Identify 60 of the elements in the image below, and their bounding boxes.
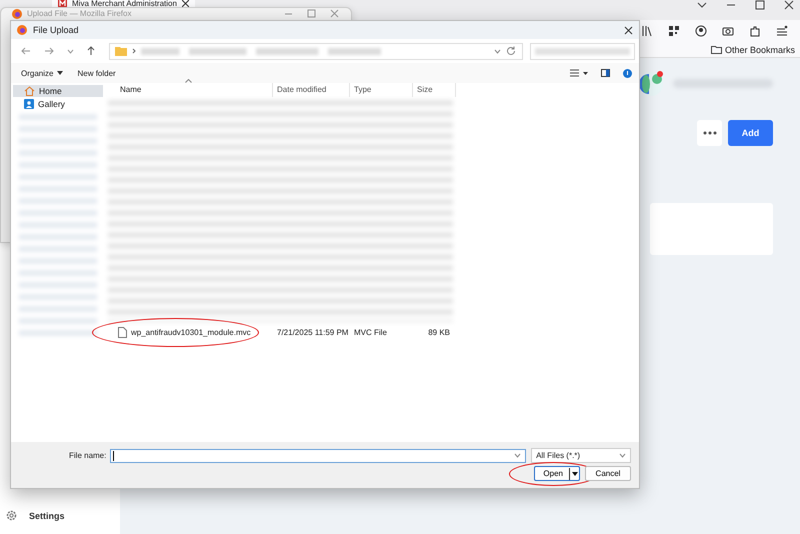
sort-caret-icon	[185, 79, 192, 83]
extensions-icon[interactable]	[749, 25, 761, 37]
folder-icon	[115, 46, 127, 56]
chevron-down-icon	[514, 453, 522, 458]
close-icon[interactable]	[784, 0, 794, 10]
account-icon[interactable]	[695, 25, 707, 37]
sidebar-item[interactable]: Settings	[0, 510, 120, 534]
nav-item[interactable]: Gallery	[13, 98, 103, 110]
menu-icon[interactable]	[776, 25, 788, 37]
view-menu-icon[interactable]	[570, 69, 588, 77]
close-icon	[182, 0, 189, 7]
new-folder-button[interactable]: New folder	[73, 66, 120, 80]
forward-arrow-icon[interactable]	[44, 47, 54, 55]
search-field[interactable]	[530, 42, 635, 60]
organize-menu[interactable]: Organize	[17, 66, 68, 80]
column-header[interactable]: Date modified	[273, 83, 350, 97]
file-icon	[118, 327, 127, 338]
chevron-right-icon	[132, 48, 136, 54]
maximize-icon[interactable]	[755, 0, 765, 10]
chevron-down-icon[interactable]	[494, 48, 501, 54]
file-name-field[interactable]	[110, 448, 526, 462]
refresh-icon[interactable]	[506, 46, 516, 56]
add-button[interactable]: Add	[728, 120, 773, 146]
browser-tab[interactable]: Miva Merchant Administration	[52, 0, 195, 7]
up-arrow-icon[interactable]	[87, 46, 95, 56]
close-icon[interactable]	[624, 26, 633, 34]
library-icon[interactable]	[641, 25, 653, 37]
file-type-select[interactable]: All Files (*.*)	[531, 448, 631, 463]
folder-icon	[710, 45, 722, 54]
camera-icon[interactable]	[722, 25, 734, 37]
more-icon	[702, 131, 716, 135]
file-type: MVC File	[353, 328, 388, 337]
caret-icon	[569, 468, 578, 480]
field-label: File name:	[69, 451, 106, 460]
back-arrow-icon[interactable]	[21, 47, 31, 55]
dialog-title: File Upload	[33, 25, 79, 35]
qr-code-icon[interactable]	[668, 25, 680, 37]
nav-item[interactable]: Home	[13, 85, 103, 97]
file-size: 89 KB	[427, 328, 451, 337]
cancel-button[interactable]: Cancel	[585, 466, 631, 481]
chevron-down-icon	[619, 453, 626, 458]
picture-icon	[24, 99, 34, 109]
logo-icon	[637, 69, 665, 97]
column-header[interactable]: Type	[350, 83, 413, 97]
help-icon[interactable]	[623, 68, 632, 78]
file-date: 7/21/2025 11:59 PM	[276, 328, 350, 337]
caret-icon	[57, 71, 64, 75]
column-header[interactable]: Name	[103, 83, 273, 97]
preview-pane-icon[interactable]	[601, 69, 610, 77]
file-name: wp_antifraudv10301_module.mvc	[131, 328, 251, 337]
gear-icon	[6, 510, 17, 521]
more-button[interactable]	[697, 120, 722, 146]
open-button[interactable]: Open	[534, 466, 580, 481]
file-row[interactable]: wp_antifraudv10301_module.mvc 7/21/2025 11:59 PM MVC File 89 KB	[103, 326, 639, 339]
column-header[interactable]: Size	[413, 83, 456, 97]
bookmark-folder[interactable]: Other Bookmarks	[710, 42, 795, 57]
chevron-down-icon	[697, 2, 707, 8]
window-title: Upload File — Mozilla Firefox	[27, 9, 132, 19]
home-icon	[24, 86, 35, 96]
chevron-down-icon[interactable]	[67, 48, 74, 54]
